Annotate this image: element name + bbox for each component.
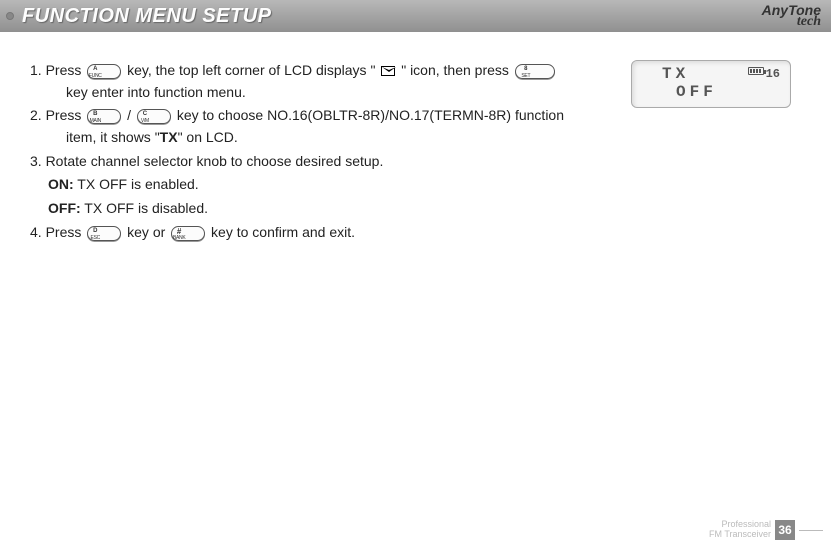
lcd-line-2: OFF [640, 83, 782, 101]
mail-icon [381, 66, 395, 76]
text: key to confirm and exit. [211, 224, 355, 240]
header-bar: FUNCTION MENU SETUP AnyTone tech [0, 0, 831, 32]
key-c-vm: CV/M [137, 109, 171, 124]
step-3-on: ON: TX OFF is enabled. [30, 174, 611, 196]
lcd-panel: 16 TX OFF [631, 60, 791, 108]
key-d-esc: DESC [87, 226, 121, 241]
key-8-set: 8SET [515, 64, 555, 79]
page-title: FUNCTION MENU SETUP [22, 5, 272, 28]
text: 2. Press [30, 107, 85, 123]
battery-icon [748, 67, 764, 75]
key-a-func: AFUNC [87, 64, 121, 79]
text: / [127, 107, 135, 123]
text: key or [127, 224, 169, 240]
step-3: 3. Rotate channel selector knob to choos… [30, 151, 611, 173]
lcd-number: 16 [766, 67, 780, 81]
content: 1. Press AFUNC key, the top left corner … [0, 32, 831, 246]
text: key, the top left corner of LCD displays… [127, 62, 379, 78]
brand: AnyTone tech [749, 2, 821, 30]
text: 1. Press [30, 62, 85, 78]
page-number: 36 [775, 520, 795, 540]
instructions: 1. Press AFUNC key, the top left corner … [30, 60, 611, 246]
text: key to choose NO.16(OBLTR-8R)/NO.17(TERM… [177, 107, 564, 123]
footer: Professional FM Transceiver 36 [709, 520, 823, 540]
text: item, it shows "TX" on LCD. [48, 127, 611, 149]
step-3-off: OFF: TX OFF is disabled. [30, 198, 611, 220]
step-2: 2. Press BMAIN / CV/M key to choose NO.1… [30, 105, 611, 148]
text: " icon, then press [401, 62, 513, 78]
text: key enter into function menu. [48, 82, 611, 104]
step-4: 4. Press DESC key or #BANK key to confir… [30, 222, 611, 244]
key-b-main: BMAIN [87, 109, 121, 124]
footer-line [799, 530, 823, 531]
brand-sub: tech [797, 14, 821, 30]
text: 4. Press [30, 224, 85, 240]
bullet-icon [6, 12, 14, 20]
key-hash-bank: #BANK [171, 226, 205, 241]
footer-text: Professional FM Transceiver [709, 520, 771, 540]
step-1: 1. Press AFUNC key, the top left corner … [30, 60, 611, 103]
